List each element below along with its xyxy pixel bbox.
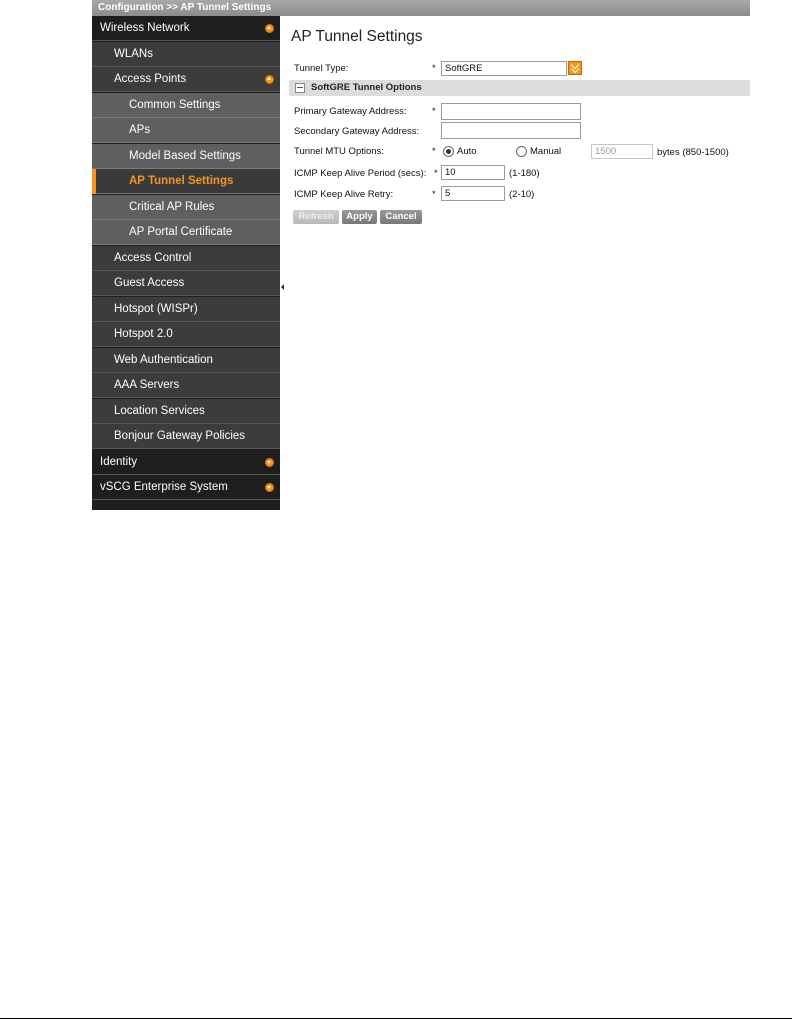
sidebar-item-bonjour-gateway-policies[interactable]: Bonjour Gateway Policies bbox=[92, 424, 280, 449]
sidebar-item-hotspot-2-0[interactable]: Hotspot 2.0 bbox=[92, 322, 280, 347]
main-content: AP Tunnel Settings Tunnel Type: * SoftGR… bbox=[286, 16, 750, 510]
sidebar-item-label: Location Services bbox=[114, 404, 205, 417]
secondary-gateway-input[interactable] bbox=[441, 122, 581, 139]
sidebar-item-aaa-servers[interactable]: AAA Servers bbox=[92, 373, 280, 398]
page-title: AP Tunnel Settings bbox=[291, 28, 423, 45]
sidebar-item-label: Bonjour Gateway Policies bbox=[114, 430, 246, 442]
required-mark: * bbox=[432, 189, 436, 200]
tunnel-type-label: Tunnel Type: bbox=[294, 63, 349, 74]
tunnel-type-select[interactable]: SoftGRE bbox=[441, 61, 567, 76]
mtu-hint: bytes (850-1500) bbox=[657, 147, 729, 158]
sidebar-item-label: WLANs bbox=[114, 47, 153, 60]
required-mark: * bbox=[432, 146, 436, 157]
sidebar-item-label: Wireless Network bbox=[100, 22, 190, 34]
mtu-manual-label: Manual bbox=[530, 146, 562, 157]
sidebar-item-label: Critical AP Rules bbox=[129, 200, 215, 213]
required-mark: * bbox=[432, 63, 436, 74]
keepalive-period-hint: (1-180) bbox=[509, 168, 540, 179]
collapse-section-icon[interactable] bbox=[295, 83, 305, 93]
primary-gateway-label: Primary Gateway Address: bbox=[294, 106, 407, 117]
sidebar-item-location-services[interactable]: Location Services bbox=[92, 398, 280, 424]
softgre-options-section-header[interactable]: SoftGRE Tunnel Options bbox=[289, 80, 750, 96]
keepalive-retry-input[interactable]: 5 bbox=[441, 186, 505, 201]
collapse-icon[interactable] bbox=[265, 75, 274, 84]
sidebar-item-common-settings[interactable]: Common Settings bbox=[92, 92, 280, 118]
sidebar-item-aps[interactable]: APs bbox=[92, 118, 280, 143]
keepalive-retry-label: ICMP Keep Alive Retry: bbox=[294, 189, 394, 200]
sidebar-item-access-control[interactable]: Access Control bbox=[92, 245, 280, 271]
required-mark: * bbox=[432, 106, 436, 117]
sidebar-item-wireless-network[interactable]: Wireless Network bbox=[92, 16, 280, 41]
sidebar-item-ap-tunnel-settings[interactable]: AP Tunnel Settings bbox=[92, 169, 280, 194]
collapse-icon[interactable] bbox=[265, 24, 274, 33]
sidebar-item-web-authentication[interactable]: Web Authentication bbox=[92, 347, 280, 373]
sidebar-item-label: Web Authentication bbox=[114, 353, 213, 366]
sidebar-item-label: APs bbox=[129, 124, 151, 136]
app-window: Configuration >> AP Tunnel Settings Wire… bbox=[92, 0, 750, 510]
sidebar-item-critical-ap-rules[interactable]: Critical AP Rules bbox=[92, 194, 280, 220]
required-mark: * bbox=[434, 168, 438, 179]
keepalive-retry-hint: (2-10) bbox=[509, 189, 535, 200]
cancel-button[interactable]: Cancel bbox=[380, 210, 422, 224]
sidebar-item-label: Model Based Settings bbox=[129, 149, 241, 162]
expand-icon[interactable] bbox=[265, 457, 274, 467]
apply-button[interactable]: Apply bbox=[342, 210, 377, 224]
sidebar-item-label: Identity bbox=[100, 455, 138, 468]
sidebar-item-label: Access Control bbox=[114, 251, 192, 264]
page-footer-rule bbox=[0, 1018, 792, 1019]
sidebar-item-identity[interactable]: Identity bbox=[92, 449, 280, 475]
sidebar-item-label: vSCG Enterprise System bbox=[100, 481, 228, 493]
sidebar-item-label: AP Tunnel Settings bbox=[129, 175, 234, 187]
sidebar-item-label: Common Settings bbox=[129, 98, 221, 111]
mtu-manual-radio[interactable] bbox=[516, 146, 527, 157]
mtu-options-label: Tunnel MTU Options: bbox=[294, 146, 384, 157]
sidebar: Wireless Network WLANs Access Points Com… bbox=[92, 16, 280, 510]
sidebar-item-ap-portal-certificate[interactable]: AP Portal Certificate bbox=[92, 220, 280, 245]
sidebar-item-model-based-settings[interactable]: Model Based Settings bbox=[92, 143, 280, 169]
mtu-manual-input[interactable]: 1500 bbox=[591, 144, 653, 159]
mtu-auto-radio[interactable] bbox=[443, 146, 454, 157]
chevron-down-icon[interactable] bbox=[568, 61, 582, 75]
secondary-gateway-label: Secondary Gateway Address: bbox=[294, 126, 420, 137]
sidebar-item-label: Hotspot (WISPr) bbox=[114, 302, 198, 315]
sidebar-item-label: Guest Access bbox=[114, 277, 185, 289]
sidebar-item-vscg-enterprise-system[interactable]: vSCG Enterprise System bbox=[92, 475, 280, 500]
section-title: SoftGRE Tunnel Options bbox=[311, 82, 422, 93]
sidebar-item-hotspot-wispr[interactable]: Hotspot (WISPr) bbox=[92, 296, 280, 322]
sidebar-item-label: Access Points bbox=[114, 73, 187, 85]
mtu-auto-label: Auto bbox=[457, 146, 477, 157]
keepalive-period-input[interactable]: 10 bbox=[441, 165, 505, 180]
primary-gateway-input[interactable] bbox=[441, 103, 581, 120]
sidebar-item-label: AP Portal Certificate bbox=[129, 226, 233, 238]
sidebar-item-label: AAA Servers bbox=[114, 379, 180, 391]
breadcrumb: Configuration >> AP Tunnel Settings bbox=[92, 0, 750, 16]
sidebar-item-guest-access[interactable]: Guest Access bbox=[92, 271, 280, 296]
expand-icon[interactable] bbox=[265, 483, 274, 492]
sidebar-item-access-points[interactable]: Access Points bbox=[92, 67, 280, 92]
refresh-button[interactable]: Refresh bbox=[293, 210, 339, 224]
sidebar-item-label: Hotspot 2.0 bbox=[114, 328, 173, 340]
sidebar-item-wlans[interactable]: WLANs bbox=[92, 41, 280, 67]
keepalive-period-label: ICMP Keep Alive Period (secs): bbox=[294, 168, 427, 179]
